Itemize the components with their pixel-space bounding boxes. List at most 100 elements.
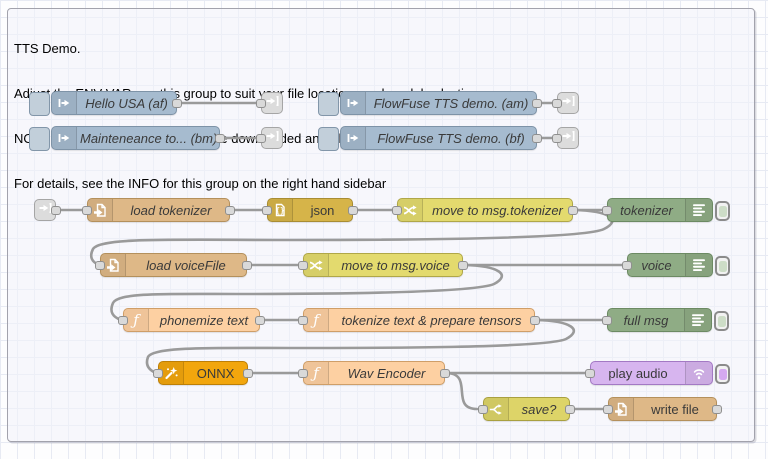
node-label: FlowFuse TTS demo. (bf) [366, 131, 536, 146]
output-port[interactable] [255, 316, 265, 325]
inject-arrow-icon [52, 127, 77, 149]
output-port[interactable] [172, 99, 182, 108]
node-label: json [293, 203, 352, 218]
debug-icon [684, 309, 711, 331]
node-label: full msg [608, 313, 684, 328]
node-link-in[interactable] [34, 199, 56, 221]
node-write-file[interactable]: write file [608, 397, 717, 421]
flow-canvas[interactable]: TTS Demo. Adjust the ENV VARs on this gr… [0, 0, 768, 459]
input-port[interactable] [256, 99, 266, 108]
input-port[interactable] [118, 316, 128, 325]
node-label: voice [628, 258, 685, 273]
input-port[interactable] [298, 369, 308, 378]
debug-icon [685, 254, 712, 276]
node-load-tokenizer[interactable]: load tokenizer [87, 198, 230, 222]
inject-button[interactable] [318, 92, 339, 116]
node-debug-tokenizer[interactable]: tokenizer [607, 198, 713, 222]
inject-button[interactable] [29, 92, 50, 116]
wire[interactable] [446, 373, 477, 409]
output-port[interactable] [225, 206, 235, 215]
node-onnx[interactable]: ONNX [158, 361, 248, 385]
node-label: tokenize text & prepare tensors [329, 313, 534, 328]
output-port[interactable] [530, 316, 540, 325]
input-port[interactable] [585, 369, 595, 378]
node-inject-flowfuse-bf[interactable]: FlowFuse TTS demo. (bf) [340, 126, 537, 150]
input-port[interactable] [552, 99, 562, 108]
input-port[interactable] [602, 316, 612, 325]
output-port[interactable] [243, 369, 253, 378]
input-port[interactable] [392, 206, 402, 215]
node-label: FlowFuse TTS demo. (am) [366, 96, 536, 111]
node-label: save? [509, 402, 569, 417]
node-label: move to msg.voice [329, 258, 462, 273]
node-label: Wav Encoder [329, 366, 444, 381]
wires-layer [0, 0, 768, 459]
input-port[interactable] [478, 405, 488, 414]
input-port[interactable] [622, 261, 632, 270]
inject-arrow-icon [341, 92, 366, 114]
output-port[interactable] [458, 261, 468, 270]
node-switch-save[interactable]: save? [483, 397, 570, 421]
node-label: Hello USA (af) [77, 96, 176, 111]
output-port[interactable] [348, 206, 358, 215]
input-port[interactable] [298, 261, 308, 270]
output-port[interactable] [565, 405, 575, 414]
node-label: load voiceFile [126, 258, 246, 273]
input-port[interactable] [552, 134, 562, 143]
node-link-out-1[interactable] [261, 92, 283, 114]
audio-waves-icon [685, 362, 712, 384]
output-port[interactable] [215, 134, 225, 143]
debug-toggle-button[interactable] [715, 201, 730, 221]
link-out-icon [265, 94, 279, 113]
input-port[interactable] [82, 206, 92, 215]
node-change-move-to-msg-voice[interactable]: move to msg.voice [303, 253, 463, 277]
node-function-tokenize-text[interactable]: ƒ tokenize text & prepare tensors [303, 308, 535, 332]
output-port[interactable] [712, 405, 722, 414]
link-out-icon [561, 94, 575, 113]
input-port[interactable] [95, 261, 105, 270]
inject-arrow-icon [341, 127, 366, 149]
inject-arrow-icon [52, 92, 77, 114]
node-label: ONNX [184, 366, 247, 381]
output-port[interactable] [568, 206, 578, 215]
node-function-phonemize-text[interactable]: ƒ phonemize text [123, 308, 260, 332]
audio-toggle-button[interactable] [715, 364, 730, 384]
node-change-move-to-msg-tokenizer[interactable]: move to msg.tokenizer [397, 198, 573, 222]
node-inject-hello-usa[interactable]: Hello USA (af) [51, 91, 177, 115]
node-debug-voice[interactable]: voice [627, 253, 713, 277]
link-out-icon [561, 129, 575, 148]
node-load-voicefile[interactable]: load voiceFile [100, 253, 247, 277]
node-label: move to msg.tokenizer [423, 203, 572, 218]
node-debug-full-msg[interactable]: full msg [607, 308, 712, 332]
debug-toggle-button[interactable] [714, 311, 729, 331]
node-label: write file [634, 402, 716, 417]
input-port[interactable] [602, 206, 612, 215]
output-port[interactable] [532, 99, 542, 108]
input-port[interactable] [603, 405, 613, 414]
input-port[interactable] [298, 316, 308, 325]
node-label: tokenizer [608, 203, 685, 218]
link-in-icon [38, 201, 52, 220]
node-link-out-2[interactable] [557, 92, 579, 114]
output-port[interactable] [51, 206, 61, 215]
debug-toggle-button[interactable] [715, 256, 730, 276]
node-inject-flowfuse-am[interactable]: FlowFuse TTS demo. (am) [340, 91, 537, 115]
node-link-out-3[interactable] [261, 127, 283, 149]
node-label: Mainteneance to... (bm) [77, 131, 219, 146]
input-port[interactable] [256, 134, 266, 143]
output-port[interactable] [440, 369, 450, 378]
node-play-audio[interactable]: play audio [590, 361, 713, 385]
node-function-wav-encoder[interactable]: ƒ Wav Encoder [303, 361, 445, 385]
debug-icon [685, 199, 712, 221]
output-port[interactable] [532, 134, 542, 143]
input-port[interactable] [262, 206, 272, 215]
link-out-icon [265, 129, 279, 148]
inject-button[interactable] [318, 127, 339, 151]
node-link-out-4[interactable] [557, 127, 579, 149]
node-json[interactable]: json [267, 198, 353, 222]
inject-button[interactable] [29, 127, 50, 151]
output-port[interactable] [242, 261, 252, 270]
node-inject-maintenance[interactable]: Mainteneance to... (bm) [51, 126, 220, 150]
input-port[interactable] [153, 369, 163, 378]
node-label: play audio [591, 366, 685, 381]
